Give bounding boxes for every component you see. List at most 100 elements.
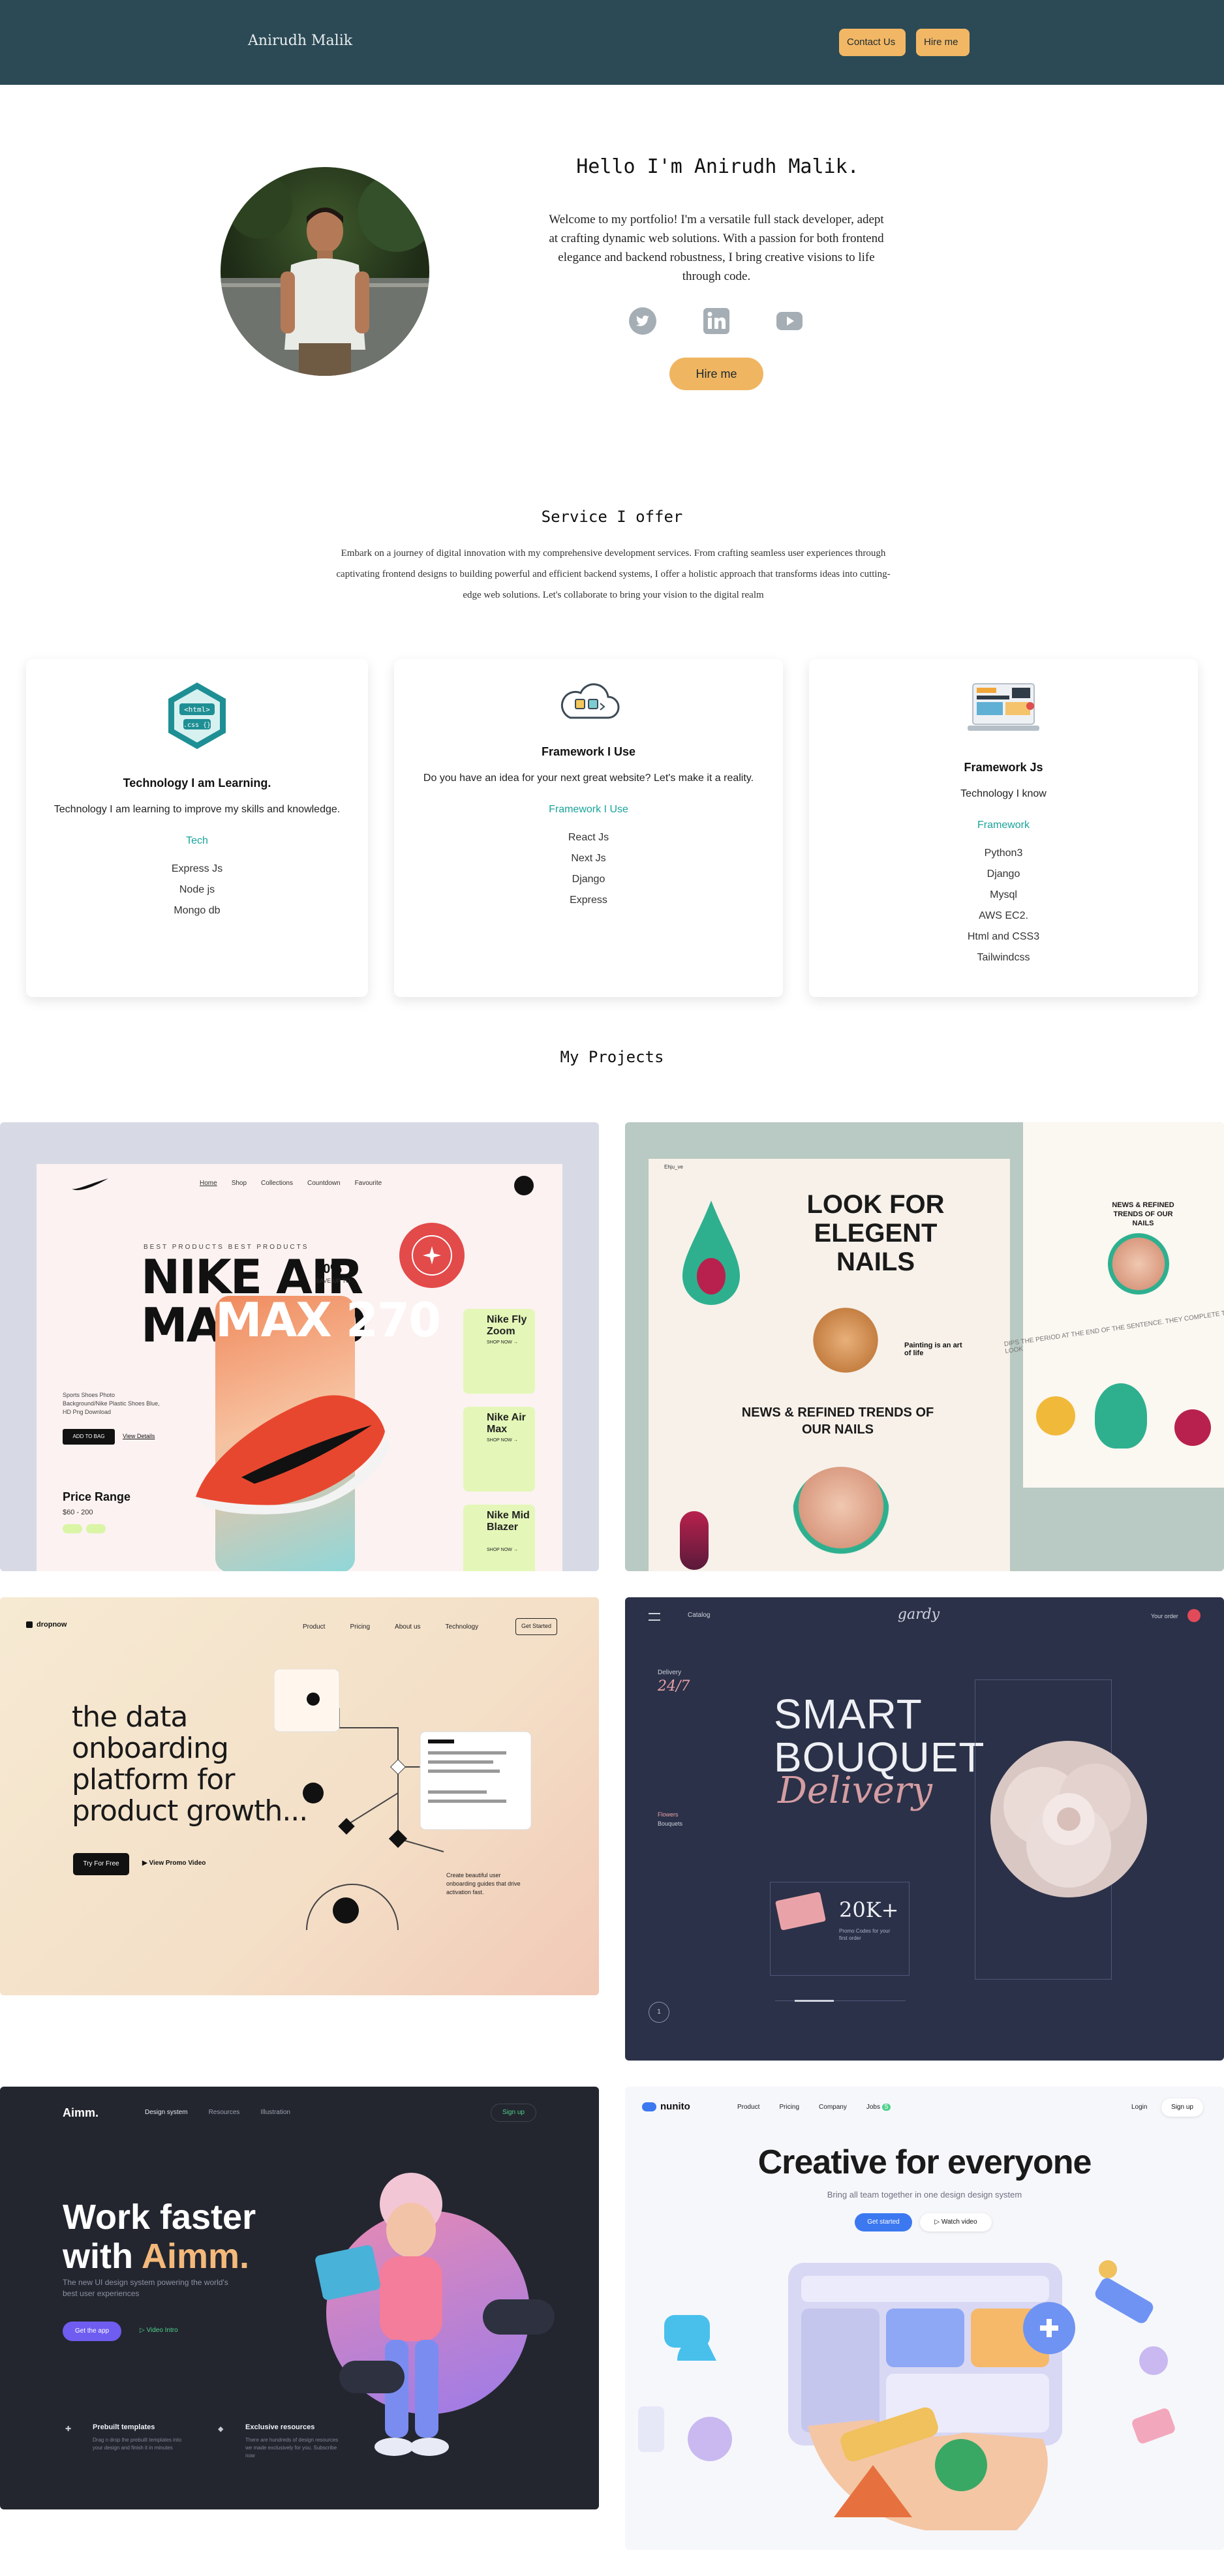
nail-polish-drop-icon	[682, 1201, 740, 1305]
top-navbar: Anirudh Malik Contact Us Hire me	[0, 0, 1224, 85]
get-started-button[interactable]: Get Started	[515, 1618, 557, 1635]
card-item-list: React Js Next Js Django Express	[394, 827, 783, 911]
nails-trend-title: NEWS & REFINED TRENDS OF OUR NAILS	[741, 1405, 934, 1437]
project-nails[interactable]: Ehju_ve LOOK FOR ELEGENT NAILS Painting …	[625, 1122, 1224, 1571]
nav-link[interactable]: About us	[395, 1623, 420, 1631]
nav-link[interactable]: Countdown	[307, 1180, 341, 1187]
nunito-signup-button[interactable]: Sign up	[1161, 2098, 1203, 2117]
cart-icon[interactable]	[514, 1176, 534, 1195]
headline-accent: Aimm.	[141, 2237, 250, 2276]
nails-side-preview: NEWS & REFINED TRENDS OF OUR NAILS DIPS …	[1003, 1122, 1224, 1488]
aimm-signup-button[interactable]: Sign up	[491, 2104, 536, 2122]
card-description: Technology I am learning to improve my s…	[54, 804, 341, 815]
shop-now-link[interactable]: SHOP NOW →	[487, 1548, 518, 1552]
nav-link[interactable]: Jobs 5	[866, 2104, 891, 2111]
nav-link[interactable]: Company	[819, 2104, 847, 2111]
menu-icon[interactable]	[649, 1613, 660, 1621]
service-card-frameworks: Framework I Use Do you have an idea for …	[394, 659, 783, 997]
cloud-code-icon	[556, 680, 621, 729]
nav-link[interactable]: Illustration	[260, 2109, 290, 2116]
watch-video-button[interactable]: ▷ Watch video	[920, 2213, 992, 2231]
project-nike-air-max[interactable]: Home Shop Collections Countdown Favourit…	[0, 1122, 599, 1571]
hire-me-button[interactable]: Hire me	[669, 358, 763, 390]
headline-line: SMART	[774, 1691, 923, 1738]
svg-text:.css {}: .css {}	[183, 722, 211, 729]
filter-chip[interactable]	[63, 1524, 82, 1533]
add-to-bag-button[interactable]: ADD TO BAG	[63, 1429, 115, 1445]
page-indicator[interactable]: 1	[649, 2002, 669, 2023]
nav-link[interactable]: Favourite	[355, 1180, 382, 1187]
list-item: Mongo db	[174, 905, 221, 916]
discount-label: SAVE UP TO	[316, 1278, 350, 1284]
nav-link[interactable]: Collections	[261, 1180, 293, 1187]
shop-now-link[interactable]: SHOP NOW →	[487, 1438, 518, 1443]
project-gardy[interactable]: Catalog gardy Your order Delivery 24/7 F…	[625, 1597, 1224, 2061]
linkedin-icon[interactable]	[702, 307, 731, 335]
project-nunito[interactable]: nunito Product Pricing Company Jobs 5 Lo…	[625, 2087, 1224, 2550]
nav-link[interactable]: Product	[737, 2104, 759, 2111]
nav-link[interactable]: Product	[303, 1623, 325, 1631]
nunito-headline: Creative for everyone	[757, 2143, 1092, 2181]
brand-name[interactable]: Anirudh Malik	[248, 33, 352, 49]
badge-icon	[399, 1223, 465, 1288]
side-category[interactable]: Flowers	[658, 1811, 679, 1818]
project-aimm[interactable]: Aimm. Design system Resources Illustrati…	[0, 2087, 599, 2509]
nail-circle	[1036, 1396, 1075, 1435]
service-card-framework-js: Framework Js Technology I know Framework…	[809, 659, 1198, 997]
list-item: Node js	[179, 884, 215, 895]
feature-title: Prebuilt templates	[93, 2423, 155, 2431]
nav-link[interactable]: Pricing	[779, 2104, 799, 2111]
nav-link[interactable]: Pricing	[350, 1623, 370, 1631]
side-product-card[interactable]: Nike Air Max SHOP NOW →	[463, 1407, 535, 1492]
peony-flower-image	[990, 1741, 1147, 1897]
aimm-logo: Aimm.	[63, 2106, 99, 2119]
nails-caption: Painting is an art of life	[904, 1342, 962, 1357]
nails-side-trend: NEWS & REFINED TRENDS OF OUR NAILS	[1112, 1201, 1174, 1227]
video-intro-link[interactable]: ▷ Video Intro	[140, 2327, 178, 2334]
nail-circle	[1174, 1409, 1211, 1446]
nav-link[interactable]: Resources	[209, 2109, 240, 2116]
nails-site-preview: Ehju_ve LOOK FOR ELEGENT NAILS Painting …	[649, 1159, 1010, 1571]
delivery-label: Delivery	[658, 1669, 682, 1676]
project-dropnow[interactable]: dropnow Product Pricing About us Technol…	[0, 1597, 599, 1995]
contact-us-button[interactable]: Contact Us	[839, 29, 906, 56]
hire-me-nav-button[interactable]: Hire me	[916, 29, 970, 56]
card-title: Framework I Use	[541, 745, 636, 758]
nail-art-image	[808, 1302, 883, 1378]
side-product-card[interactable]: Nike Mid Blazer SHOP NOW →	[463, 1505, 535, 1571]
dropnow-logo-text: dropnow	[37, 1621, 67, 1629]
card-description: Technology I know	[960, 788, 1047, 799]
nav-link[interactable]: Shop	[232, 1180, 247, 1187]
gardy-headline: SMART BOUQUET	[774, 1693, 985, 1779]
nav-link[interactable]: Home	[200, 1180, 217, 1187]
twitter-icon[interactable]	[628, 307, 657, 335]
nav-link[interactable]: Technology	[446, 1623, 479, 1631]
login-link[interactable]: Login	[1131, 2104, 1147, 2111]
feature-text: Drag n drop the prebuilt templates into …	[93, 2437, 182, 2451]
side-product-card[interactable]: Nike Fly Zoom SHOP NOW →	[463, 1309, 535, 1394]
hero-title: Hello I'm Anirudh Malik.	[576, 155, 859, 178]
order-close-icon[interactable]	[1187, 1609, 1201, 1622]
side-product-name: Nike Mid Blazer	[487, 1510, 530, 1533]
nunito-logo-text: nunito	[660, 2101, 690, 2112]
nav-link[interactable]: Design system	[145, 2109, 188, 2116]
view-promo-video-link[interactable]: ▶ View Promo Video	[142, 1860, 206, 1867]
side-category[interactable]: Bouquets	[658, 1820, 682, 1827]
catalog-link[interactable]: Catalog	[688, 1612, 710, 1619]
jobs-badge: 5	[881, 2104, 891, 2111]
list-item: Django	[572, 874, 605, 885]
your-order-link[interactable]: Your order	[1151, 1613, 1178, 1619]
get-the-app-button[interactable]: Get the app	[63, 2322, 121, 2341]
side-product-name: Nike Fly Zoom	[487, 1314, 527, 1337]
try-for-free-button[interactable]: Try For Free	[73, 1853, 129, 1875]
filter-chip[interactable]	[86, 1524, 106, 1533]
get-started-button[interactable]: Get started	[855, 2213, 912, 2231]
list-item: Tailwindcss	[977, 952, 1030, 963]
onboarding-card-text: Create beautiful user onboarding guides …	[446, 1872, 521, 1895]
shop-now-link[interactable]: SHOP NOW →	[487, 1340, 518, 1345]
gardy-script-text: Delivery	[778, 1770, 933, 1812]
projects-title: My Projects	[560, 1048, 664, 1066]
youtube-icon[interactable]	[775, 307, 804, 335]
view-details-link[interactable]: View Details	[123, 1433, 155, 1439]
nails-banner-text: DIPS THE PERIOD AT THE END OF THE SENTEN…	[1003, 1308, 1224, 1355]
